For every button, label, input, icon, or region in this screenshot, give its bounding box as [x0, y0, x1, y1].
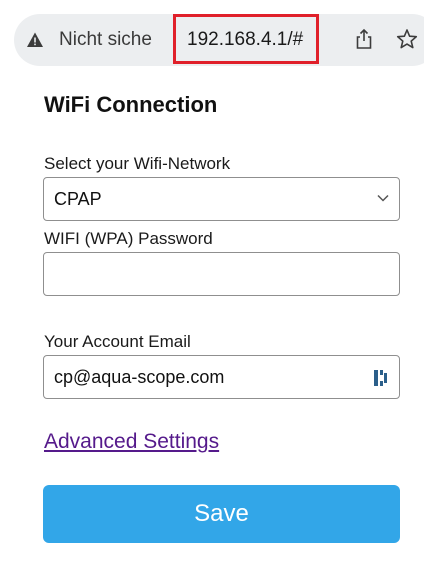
email-field-value: cp@aqua-scope.com: [54, 367, 225, 387]
password-label: WIFI (WPA) Password: [44, 229, 213, 248]
password-field[interactable]: [43, 252, 400, 296]
password-manager-icon[interactable]: [374, 368, 388, 388]
email-field[interactable]: cp@aqua-scope.com: [43, 355, 400, 399]
advanced-settings-link[interactable]: Advanced Settings: [44, 430, 219, 454]
share-icon[interactable]: [354, 28, 374, 50]
warning-triangle-icon[interactable]: [26, 31, 44, 49]
network-select-label: Select your Wifi-Network: [44, 154, 231, 173]
page: Nicht siche 192.168.4.1/# WiFi Connectio…: [0, 0, 424, 585]
email-label: Your Account Email: [44, 332, 191, 351]
url-text[interactable]: 192.168.4.1/#: [187, 29, 303, 51]
form-title: WiFi Connection: [44, 92, 218, 117]
star-icon[interactable]: [396, 28, 418, 50]
network-select[interactable]: CPAP: [43, 177, 400, 221]
network-select-value: CPAP: [54, 189, 102, 209]
save-button[interactable]: Save: [43, 485, 400, 543]
security-status-label[interactable]: Nicht siche: [59, 29, 152, 51]
chevron-down-icon: [377, 194, 389, 202]
